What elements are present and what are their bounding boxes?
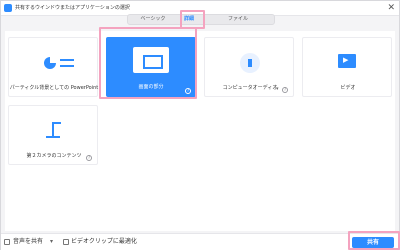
selection-highlight-box (99, 27, 197, 99)
help-icon[interactable]: ? (282, 87, 288, 93)
optimize-video-checkbox[interactable] (63, 239, 69, 245)
option-thumbnail (210, 43, 290, 79)
option-powerpoint-background[interactable]: パーティクル背景としての PowerPoint (8, 37, 98, 97)
zoom-app-icon (4, 4, 12, 12)
option-video[interactable]: ビデオ (302, 37, 392, 97)
second-camera-icon (46, 120, 64, 140)
powerpoint-background-icon (44, 57, 56, 69)
option-thumbnail (308, 43, 388, 79)
option-second-camera[interactable]: 第２カメラのコンテンツ ? (8, 105, 98, 165)
share-window: 共有するウインドウまたはアプリケーションの選択 ✕ ベーシック 詳細 ファイル … (0, 0, 400, 250)
window-title: 共有するウインドウまたはアプリケーションの選択 (15, 5, 130, 11)
help-icon[interactable]: ? (86, 155, 92, 161)
share-sound-label: 音声を共有 (13, 238, 44, 245)
video-icon (338, 54, 356, 68)
tab-basic[interactable]: ベーシック (130, 15, 176, 24)
option-computer-audio[interactable]: コンピュータオーディオ ▾ ? (204, 37, 294, 97)
chevron-down-icon[interactable]: ▾ (276, 86, 279, 92)
share-button-highlight-box (348, 231, 400, 250)
tab-files[interactable]: ファイル (204, 15, 272, 24)
share-sound-checkbox[interactable] (4, 239, 10, 245)
option-thumbnail (14, 111, 94, 147)
camera-base (46, 136, 60, 138)
camera-arm (52, 122, 61, 124)
computer-audio-icon (240, 53, 260, 73)
chevron-down-icon[interactable]: ▾ (50, 237, 53, 247)
option-label: ビデオ (340, 85, 356, 91)
option-label: パーティクル背景としての PowerPoint (9, 85, 99, 91)
text-lines-icon (60, 59, 74, 67)
optimize-video-label: ビデオクリップに最適化 (71, 238, 137, 245)
option-thumbnail (14, 43, 94, 79)
bottom-bar: 音声を共有 ▾ ビデオクリップに最適化 共有 (1, 233, 399, 250)
close-icon[interactable]: ✕ (387, 2, 395, 14)
share-options-grid: パーティクル背景としての PowerPoint 画面の部分 ? コンピュータオー… (5, 31, 395, 231)
camera-pole (52, 122, 54, 136)
